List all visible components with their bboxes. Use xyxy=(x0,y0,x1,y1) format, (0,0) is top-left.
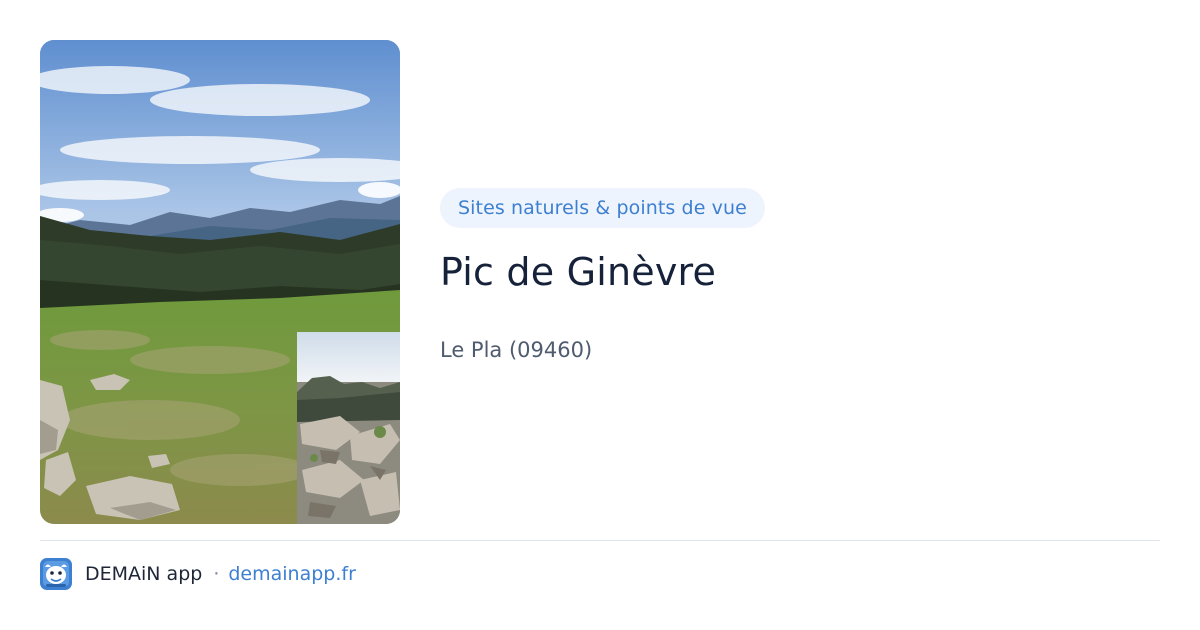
footer-divider xyxy=(40,540,1160,541)
place-title: Pic de Ginèvre xyxy=(440,250,717,294)
footer: DEMAiN app · demainapp.fr xyxy=(40,558,356,590)
app-logo-icon xyxy=(40,558,72,590)
place-location: Le Pla (09460) xyxy=(440,338,593,362)
app-website-link[interactable]: demainapp.fr xyxy=(228,563,356,585)
place-details: Sites naturels & points de vue Pic de Gi… xyxy=(440,188,765,362)
mountain-landscape-image xyxy=(40,40,400,524)
app-name: DEMAiN app xyxy=(85,563,203,585)
separator-dot: · xyxy=(213,563,220,585)
category-badge[interactable]: Sites naturels & points de vue xyxy=(440,188,765,228)
place-photo xyxy=(40,40,400,524)
